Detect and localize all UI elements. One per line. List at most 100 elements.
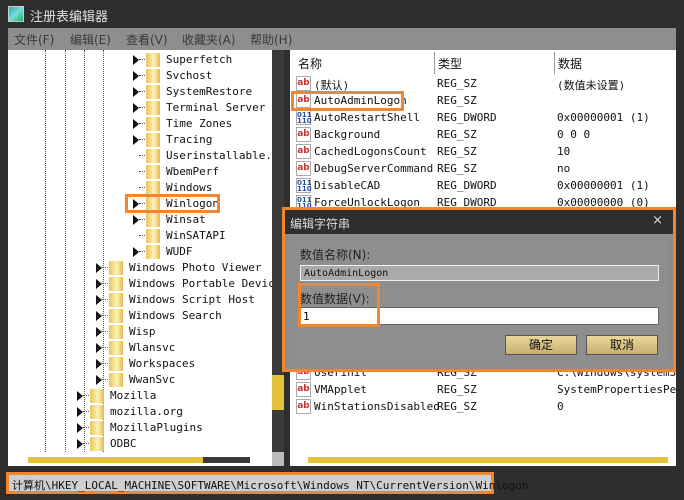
value-type: REG_SZ (437, 77, 477, 90)
tree-hscroll-thumb[interactable] (28, 457, 203, 463)
tree-item-label: Superfetch (166, 53, 233, 66)
expand-arrow-icon[interactable] (96, 375, 102, 385)
column-header-type[interactable]: 类型 (438, 55, 462, 72)
list-row[interactable]: ab (默认) REG_SZ (数值未设置) (290, 75, 676, 92)
list-hscroll-thumb[interactable] (308, 457, 668, 463)
expand-arrow-icon[interactable] (96, 279, 102, 289)
value-data: 0x00000001 (1) (557, 179, 650, 192)
tree-item-label: ODBC (110, 437, 137, 450)
expand-arrow-icon[interactable] (133, 71, 139, 81)
menu-view[interactable]: 查看(V) (126, 31, 168, 48)
expand-arrow-icon[interactable] (133, 119, 139, 129)
expand-arrow-icon[interactable] (77, 391, 83, 401)
ok-button[interactable]: 确定 (505, 335, 577, 355)
expand-arrow-icon[interactable] (96, 295, 102, 305)
cancel-button[interactable]: 取消 (586, 335, 658, 355)
string-value-icon: ab (296, 144, 311, 159)
registry-tree[interactable]: Superfetch Svchost SystemRestore Terminal S… (8, 50, 284, 466)
value-type: REG_SZ (437, 145, 477, 158)
list-row[interactable]: ab WinStationsDisabled REG_SZ 0 (290, 398, 676, 415)
value-name: CachedLogonsCount (314, 145, 427, 158)
expand-arrow-icon[interactable] (133, 55, 139, 65)
tree-item-label: Mozilla (110, 389, 157, 402)
expand-arrow-icon[interactable] (96, 263, 102, 273)
menu-favorites[interactable]: 收藏夹(A) (182, 31, 236, 48)
column-divider[interactable] (434, 52, 435, 74)
value-name: DebugServerCommand (314, 162, 434, 175)
folder-icon (146, 181, 160, 195)
menu-bar: 文件(F) 编辑(E) 查看(V) 收藏夹(A) 帮助(H) (8, 28, 676, 50)
folder-icon (146, 245, 160, 259)
string-value-icon: ab (296, 161, 311, 176)
column-header-name[interactable]: 名称 (298, 55, 322, 72)
regedit-icon (8, 6, 24, 22)
folder-icon (146, 117, 160, 131)
tree-item-label: WbemPerf (166, 165, 219, 178)
tree-item-label: mozilla.org (110, 405, 183, 418)
column-header-data[interactable]: 数据 (558, 55, 582, 72)
expand-arrow-icon[interactable] (96, 343, 102, 353)
list-row[interactable]: 011 110 DisableCAD REG_DWORD 0x00000001 (1) (290, 177, 676, 194)
tree-item-label: Winsat (166, 213, 206, 226)
expand-arrow-icon[interactable] (77, 423, 83, 433)
value-data: (数值未设置) (557, 79, 626, 92)
folder-icon (109, 341, 123, 355)
tree-item-label: Svchost (166, 69, 213, 82)
value-type: REG_SZ (437, 94, 477, 107)
expand-arrow-icon[interactable] (96, 311, 102, 321)
folder-icon (109, 277, 123, 291)
expand-arrow-icon[interactable] (77, 407, 83, 417)
close-icon[interactable]: × (652, 213, 663, 228)
tree-item-label: Windows Photo Viewer (129, 261, 262, 274)
expand-arrow-icon[interactable] (133, 135, 139, 145)
value-name-label: 数值名称(N): (300, 248, 371, 262)
menu-edit[interactable]: 编辑(E) (70, 31, 111, 48)
expand-arrow-icon[interactable] (96, 327, 102, 337)
column-divider[interactable] (554, 52, 555, 74)
expand-arrow-icon[interactable] (96, 359, 102, 369)
tree-item-label: SystemRestore (166, 85, 253, 98)
menu-file[interactable]: 文件(F) (14, 31, 54, 48)
value-data: 0x00000001 (1) (557, 111, 650, 124)
folder-icon (146, 69, 160, 83)
edit-string-dialog: 编辑字符串 × 数值名称(N): AutoAdminLogon 数值数据(V):… (282, 207, 676, 372)
value-type: REG_DWORD (437, 179, 497, 192)
expand-arrow-icon[interactable] (133, 87, 139, 97)
value-data: 10 (557, 145, 571, 158)
title-bar: 注册表编辑器 (0, 0, 684, 28)
list-row[interactable]: 011 110 AutoRestartShell REG_DWORD 0x0000000… (290, 109, 676, 126)
folder-icon (146, 133, 160, 147)
value-type: REG_SZ (437, 128, 477, 141)
list-row[interactable]: ab Background REG_SZ 0 0 0 (290, 126, 676, 143)
value-data: 0 (557, 400, 564, 413)
expand-arrow-icon[interactable] (133, 103, 139, 113)
expand-arrow-icon[interactable] (133, 247, 139, 257)
list-row[interactable]: ab DebugServerCommand REG_SZ no (290, 160, 676, 177)
folder-icon (146, 229, 160, 243)
list-row[interactable]: abVMApplet REG_SZ SystemPropertiesPer: (290, 381, 676, 398)
folder-icon (146, 165, 160, 179)
window-title: 注册表编辑器 (30, 10, 109, 25)
folder-icon (109, 309, 123, 323)
tree-item-label: Windows Script Host (129, 293, 255, 306)
string-value-icon: ab (296, 76, 311, 91)
string-value-icon: ab (296, 399, 311, 414)
menu-help[interactable]: 帮助(H) (250, 31, 292, 48)
tree-item-label: WinSATAPI (166, 229, 226, 242)
tree-item-label: WUDF (166, 245, 193, 258)
tree-scroll-thumb[interactable] (272, 375, 284, 410)
tree-hscroll-track[interactable] (203, 457, 250, 463)
tree-item-label: Windows (166, 181, 213, 194)
value-name: DisableCAD (314, 179, 381, 192)
value-data: 0 0 0 (557, 128, 591, 141)
dialog-body: 数值名称(N): AutoAdminLogon 数值数据(V): 确定 取消 (290, 234, 668, 366)
tree-item-label: Terminal Server (166, 101, 266, 114)
value-data: no (557, 162, 571, 175)
expand-arrow-icon[interactable] (77, 439, 83, 449)
folder-icon (146, 149, 160, 163)
list-row[interactable]: ab CachedLogonsCount REG_SZ 10 (290, 143, 676, 160)
expand-arrow-icon[interactable] (133, 215, 139, 225)
folder-icon (109, 357, 123, 371)
folder-icon (90, 405, 104, 419)
value-type: REG_SZ (437, 383, 477, 396)
